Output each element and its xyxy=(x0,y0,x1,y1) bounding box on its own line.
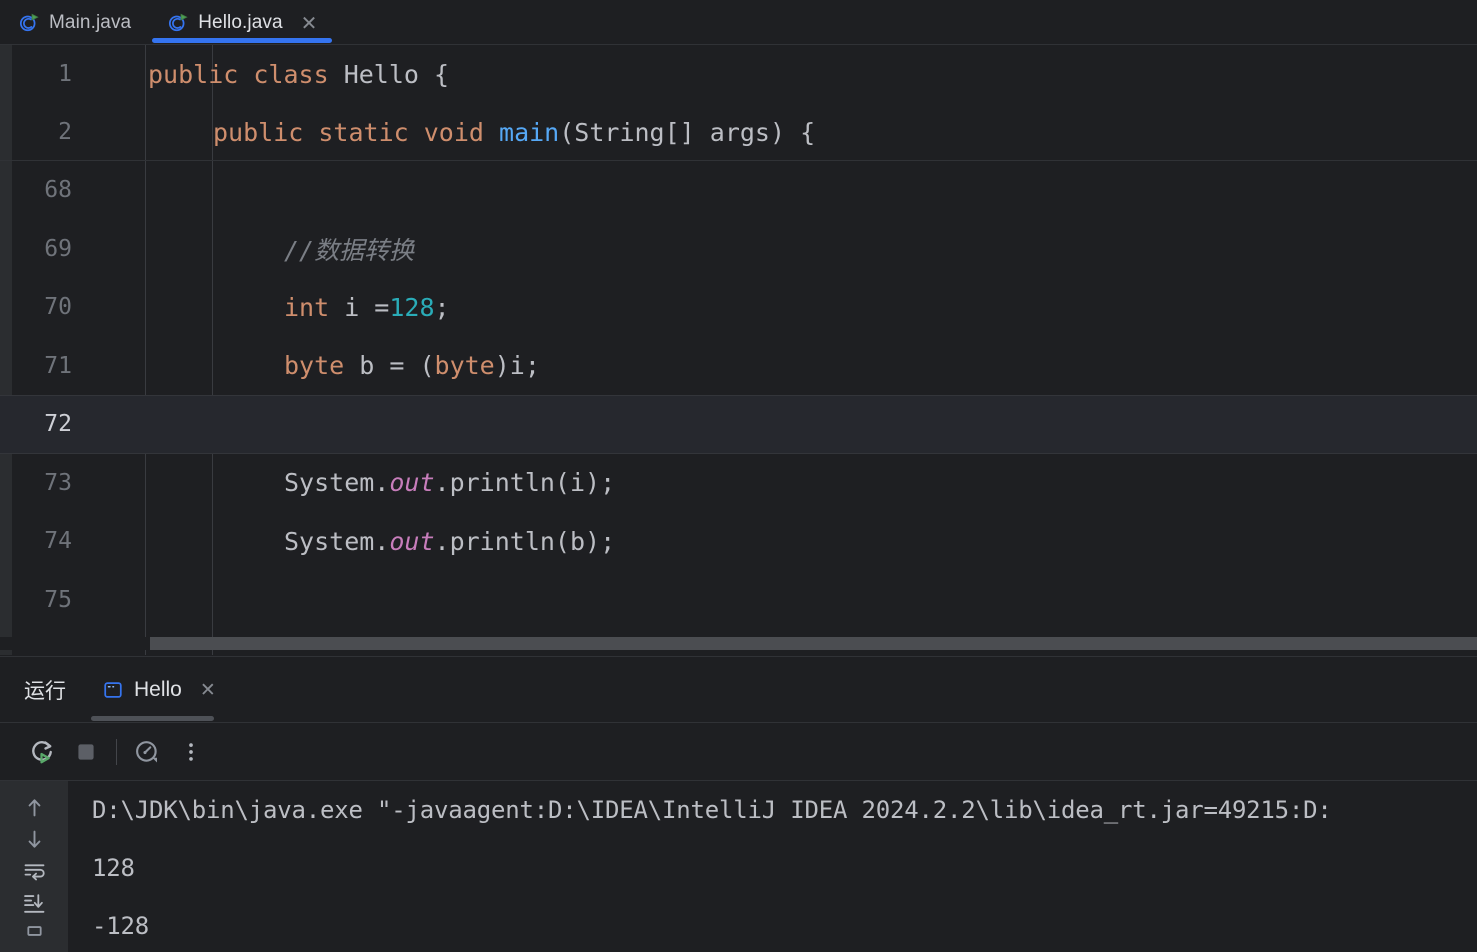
code-line[interactable]: 69 //数据转换 xyxy=(0,220,1477,279)
console-side-toolbar xyxy=(0,781,68,952)
code-token: int xyxy=(284,292,330,322)
console-window-icon xyxy=(102,679,124,701)
print-button[interactable] xyxy=(12,920,56,952)
run-tab-hello[interactable]: Hello ✕ xyxy=(91,657,224,722)
code-line[interactable]: 75 xyxy=(0,571,1477,630)
toolbar-separator xyxy=(116,738,117,765)
intellij-idea-window: Main.java Hello.java ✕ 1 public class Hello… xyxy=(0,0,1477,952)
code-line-text: byte b = (byte)i; xyxy=(284,337,540,396)
code-token: //数据转换 xyxy=(284,235,415,265)
line-number[interactable]: 71 xyxy=(0,337,72,396)
code-token: out xyxy=(389,468,435,498)
run-toolbar xyxy=(0,723,1477,780)
code-token: class xyxy=(253,59,329,89)
editor-tab-hello-java[interactable]: Hello.java ✕ xyxy=(149,0,335,45)
code-line[interactable]: 70 int i = 128; xyxy=(0,278,1477,337)
code-line-text: //数据转换 xyxy=(284,220,414,279)
line-number[interactable]: 74 xyxy=(0,512,72,571)
code-line[interactable]: 74 System. out .println(b); xyxy=(0,512,1477,571)
editor-tab-label: Hello.java xyxy=(198,11,283,33)
editor-hscrollbar-track xyxy=(0,637,150,650)
line-number[interactable]: 68 xyxy=(0,161,72,220)
sticky-lines-header: 1 public class Hello { 2 public static void… xyxy=(0,45,1477,161)
code-token: ; xyxy=(434,292,450,322)
close-icon[interactable]: ✕ xyxy=(301,13,318,33)
code-token: public xyxy=(213,117,304,147)
scroll-to-end-button[interactable] xyxy=(12,888,56,920)
stop-button[interactable] xyxy=(64,730,108,774)
code-token: void xyxy=(423,117,484,147)
java-class-runnable-icon xyxy=(167,12,189,34)
line-number[interactable]: 70 xyxy=(0,278,72,337)
code-token: i = xyxy=(329,292,390,322)
code-line[interactable]: 68 xyxy=(0,161,1477,220)
code-editor[interactable]: 68 69 //数据转换 70 int i = 128; 71 byte b = (byte)… xyxy=(0,161,1477,655)
run-tab-row: 运行 Hello ✕ xyxy=(0,657,1477,722)
console-output-line: 128 xyxy=(92,854,135,882)
java-class-runnable-icon xyxy=(18,12,40,34)
line-number[interactable]: 72 xyxy=(0,395,72,454)
code-token: public xyxy=(148,59,239,89)
code-line-text: System. out .println(i); xyxy=(284,454,615,513)
code-token: .println(b); xyxy=(434,526,616,556)
code-line[interactable]: 71 byte b = (byte)i; xyxy=(0,337,1477,396)
console-output-line: -128 xyxy=(92,912,149,940)
code-token: byte xyxy=(434,351,495,381)
code-line-text: int i = 128; xyxy=(284,278,450,337)
line-number[interactable]: 69 xyxy=(0,220,72,279)
active-tab-indicator xyxy=(152,38,333,43)
code-line-text: System. out .println(b); xyxy=(284,512,615,571)
code-token: System. xyxy=(284,526,390,556)
code-line[interactable]: 73 System. out .println(i); xyxy=(0,454,1477,513)
console-output[interactable]: D:\JDK\bin\java.exe "-javaagent:D:\IDEA\… xyxy=(68,781,1477,952)
editor-horizontal-scrollbar[interactable] xyxy=(150,637,1477,650)
line-number[interactable]: 1 xyxy=(0,45,72,103)
rerun-button[interactable] xyxy=(20,730,64,774)
code-token: main xyxy=(499,117,560,147)
editor-tab-bar: Main.java Hello.java ✕ xyxy=(0,0,1477,45)
code-token: 128 xyxy=(389,292,435,322)
code-line[interactable]: 2 public static void main (String[] args) … xyxy=(0,103,1477,161)
line-number[interactable]: 73 xyxy=(0,454,72,513)
run-tab-label: Hello xyxy=(134,677,182,701)
previous-occurrence-button[interactable] xyxy=(12,791,56,823)
run-tab-active-indicator xyxy=(91,716,214,721)
profiler-gauge-button[interactable] xyxy=(125,730,169,774)
close-icon[interactable]: ✕ xyxy=(200,679,216,701)
code-token: (String[] args) { xyxy=(559,117,816,147)
code-token: b = ( xyxy=(344,351,435,381)
line-number[interactable]: 2 xyxy=(0,103,72,161)
run-tool-window: 运行 Hello ✕ D:\JDK\bin\java.exe "-javaage… xyxy=(0,656,1477,952)
next-occurrence-button[interactable] xyxy=(12,823,56,855)
code-token: static xyxy=(318,117,409,147)
code-line-text: public class Hello { xyxy=(148,45,449,103)
run-window-title: 运行 xyxy=(24,678,66,703)
code-token: )i; xyxy=(494,351,540,381)
code-token: System. xyxy=(284,468,390,498)
more-options-button[interactable] xyxy=(169,730,213,774)
code-line-caret[interactable]: 72 xyxy=(0,395,1477,454)
code-line-text: public static void main (String[] args) { xyxy=(213,103,815,161)
editor-tab-main-java[interactable]: Main.java xyxy=(0,0,149,45)
code-token: byte xyxy=(284,351,345,381)
code-token: .println(i); xyxy=(434,468,616,498)
line-number[interactable]: 75 xyxy=(0,571,72,630)
editor-tab-label: Main.java xyxy=(49,11,132,33)
code-token: out xyxy=(389,526,435,556)
soft-wrap-button[interactable] xyxy=(12,855,56,887)
code-token: Hello { xyxy=(328,59,450,89)
code-line[interactable]: 1 public class Hello { xyxy=(0,45,1477,103)
console-command-line: D:\JDK\bin\java.exe "-javaagent:D:\IDEA\… xyxy=(92,796,1332,824)
